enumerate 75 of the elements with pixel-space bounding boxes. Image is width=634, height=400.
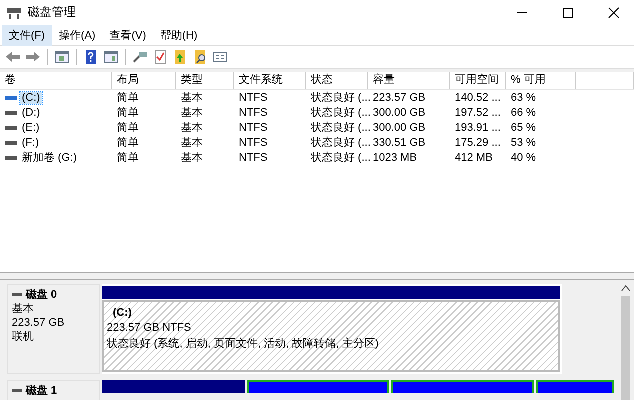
volume-name[interactable]: (E:) [20,122,42,134]
table-cell-text: 简单 [116,151,140,165]
table-cell-text: 140.52 ... [454,92,502,104]
app-icon [6,6,22,20]
table-cell-text: 状态良好 (... [310,106,368,120]
checklist-icon[interactable] [152,50,168,64]
table-cell-text: 基本 [180,91,204,105]
window-pane-icon[interactable] [103,50,119,64]
menu-item[interactable]: 帮助(H) [153,24,205,46]
table-cell-text: 300.00 GB [372,122,427,134]
back-arrow-icon[interactable] [5,50,21,64]
disk-detail: 223.57 GB [12,316,66,330]
disk-name: 磁盘 1 [26,384,58,398]
table-cell-text: 53 % [510,136,538,148]
menu-item[interactable]: 文件(F) [2,24,52,46]
table-cell-text: NTFS [238,152,269,164]
column-header[interactable]: 文件系统 [234,72,306,89]
table-cell-text: 193.91 ... [454,122,502,134]
help-icon[interactable] [83,50,99,64]
disk-detail: 联机 [12,330,35,344]
table-cell-text: 基本 [180,106,204,120]
table-cell-text: 状态良好 (... [310,136,368,150]
table-cell-text: 简单 [116,91,140,105]
table-cell-text: 40 % [510,152,538,164]
disk-detail: 基本 [12,302,35,316]
column-header[interactable]: 类型 [176,72,234,89]
table-cell-text: 基本 [180,151,204,165]
table-cell-text: 412 MB [454,152,494,164]
partition-size: 223.57 GB NTFS [107,321,192,336]
partition-label: (C:) [112,306,133,320]
properties-icon[interactable] [212,50,228,64]
table-cell-text: 1023 MB [372,152,418,164]
volume-name[interactable]: (F:) [20,136,42,148]
volume-name[interactable]: 新加卷 (G:) [20,150,79,165]
column-header[interactable]: 布局 [112,72,176,89]
scroll-thumb[interactable] [621,296,630,400]
window-title: 磁盘管理 [28,4,76,21]
table-cell-text: 330.51 GB [372,136,427,148]
table-cell-text: 基本 [180,136,204,150]
partition-status: 状态良好 (系统, 启动, 页面文件, 活动, 故障转储, 主分区) [107,336,380,352]
table-cell-text: 状态良好 (... [310,150,368,165]
table-cell-text: NTFS [238,106,269,118]
volume-name[interactable]: (D:) [20,106,42,118]
table-cell-text: 63 % [510,92,538,104]
table-cell-text: NTFS [238,136,269,148]
close-icon[interactable] [608,6,620,18]
table-cell-text: 66 % [510,106,538,118]
table-cell-text: 197.52 ... [454,106,502,118]
column-header[interactable]: % 可用 [506,72,576,89]
column-header[interactable]: 容量 [368,72,450,89]
volume-name[interactable]: (C:) [20,92,42,104]
table-cell-text: 状态良好 (... [310,120,368,135]
table-cell-text: 状态良好 (... [310,90,368,105]
column-header[interactable]: 可用空间 [450,72,506,89]
table-cell-text: 175.29 ... [454,136,502,148]
folder-search-icon[interactable] [192,50,208,64]
menu-item[interactable]: 操作(A) [52,24,103,46]
column-header[interactable]: 卷 [0,72,112,89]
window-pane-icon[interactable] [54,50,70,64]
forward-arrow-icon[interactable] [25,50,41,64]
menu-item[interactable]: 查看(V) [102,24,154,46]
table-cell-text: NTFS [238,122,269,134]
maximize-icon[interactable] [562,6,574,18]
table-cell-text: NTFS [238,92,269,104]
table-cell-text: 简单 [116,106,140,120]
scroll-up-icon[interactable] [620,284,630,292]
column-header[interactable]: 状态 [306,72,368,89]
table-cell-text: 基本 [180,121,204,135]
disk-name: 磁盘 0 [26,288,58,302]
partition-box[interactable]: (C:) 223.57 GB NTFS 状态良好 (系统, 启动, 页面文件, 活动, 故障转储, 主分区) [102,300,560,372]
table-cell-text: 300.00 GB [372,106,427,118]
table-cell-text: 65 % [510,122,538,134]
table-cell-text: 简单 [116,136,140,150]
table-cell-text: 223.57 GB [372,92,427,104]
table-cell-text: 简单 [116,121,140,135]
